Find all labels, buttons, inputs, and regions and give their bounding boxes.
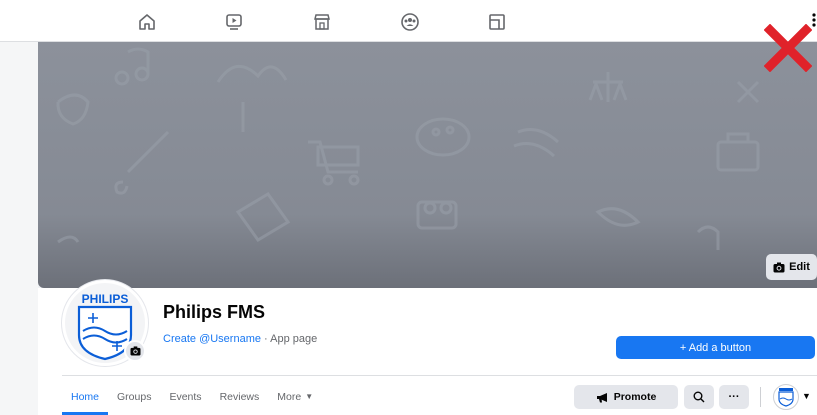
actions-divider	[760, 387, 761, 407]
tab-events[interactable]: Events	[160, 378, 210, 415]
megaphone-icon	[596, 392, 607, 402]
caret-down-icon: ▼	[305, 392, 314, 401]
edit-cover-button[interactable]: Edit	[766, 254, 817, 280]
red-x-icon[interactable]	[764, 24, 812, 72]
cover-photo	[38, 42, 817, 288]
tab-home-label: Home	[71, 390, 100, 403]
home-icon[interactable]	[137, 12, 157, 32]
more-options-label: ···	[728, 391, 740, 403]
page-switcher-caret-icon[interactable]: ▼	[802, 391, 811, 401]
subtitle-separator: ·	[260, 333, 271, 345]
page-tabs: Home Groups Events Reviews More ▼	[62, 378, 322, 415]
page-category: App page	[270, 333, 318, 345]
top-navigation-bar	[0, 0, 817, 42]
camera-icon	[130, 346, 140, 356]
edit-cover-label: Edit	[789, 261, 810, 273]
marketplace-icon[interactable]	[312, 12, 332, 32]
camera-icon	[773, 262, 785, 272]
tab-more[interactable]: More ▼	[268, 378, 322, 415]
watch-icon[interactable]	[224, 12, 244, 32]
tab-reviews-label: Reviews	[219, 390, 260, 403]
search-button[interactable]	[684, 385, 714, 409]
tab-groups-label: Groups	[117, 390, 152, 403]
search-icon	[693, 391, 705, 403]
tab-home[interactable]: Home	[62, 378, 109, 415]
promote-label: Promote	[613, 391, 657, 403]
svg-text:PHILIPS: PHILIPS	[82, 292, 129, 306]
add-a-button[interactable]: + Add a button	[616, 336, 815, 359]
tab-reviews[interactable]: Reviews	[211, 378, 269, 415]
profile-divider	[62, 375, 817, 376]
create-username-link[interactable]: Create @Username	[163, 333, 261, 345]
page-subtitle: Create @Username · App page	[163, 333, 317, 345]
gaming-icon[interactable]	[487, 12, 507, 32]
page-title: Philips FMS	[163, 302, 266, 322]
tab-more-label: More	[277, 390, 302, 403]
more-options-button[interactable]: ···	[719, 385, 749, 409]
change-avatar-button[interactable]	[124, 340, 146, 362]
cover-pattern	[56, 47, 760, 250]
page-switcher-avatar[interactable]	[773, 384, 799, 410]
promote-button[interactable]: Promote	[574, 385, 678, 409]
tab-events-label: Events	[169, 390, 202, 403]
philips-mini-logo	[778, 388, 794, 407]
left-gutter	[0, 42, 38, 415]
groups-icon[interactable]	[400, 12, 420, 32]
tab-groups[interactable]: Groups	[108, 378, 160, 415]
